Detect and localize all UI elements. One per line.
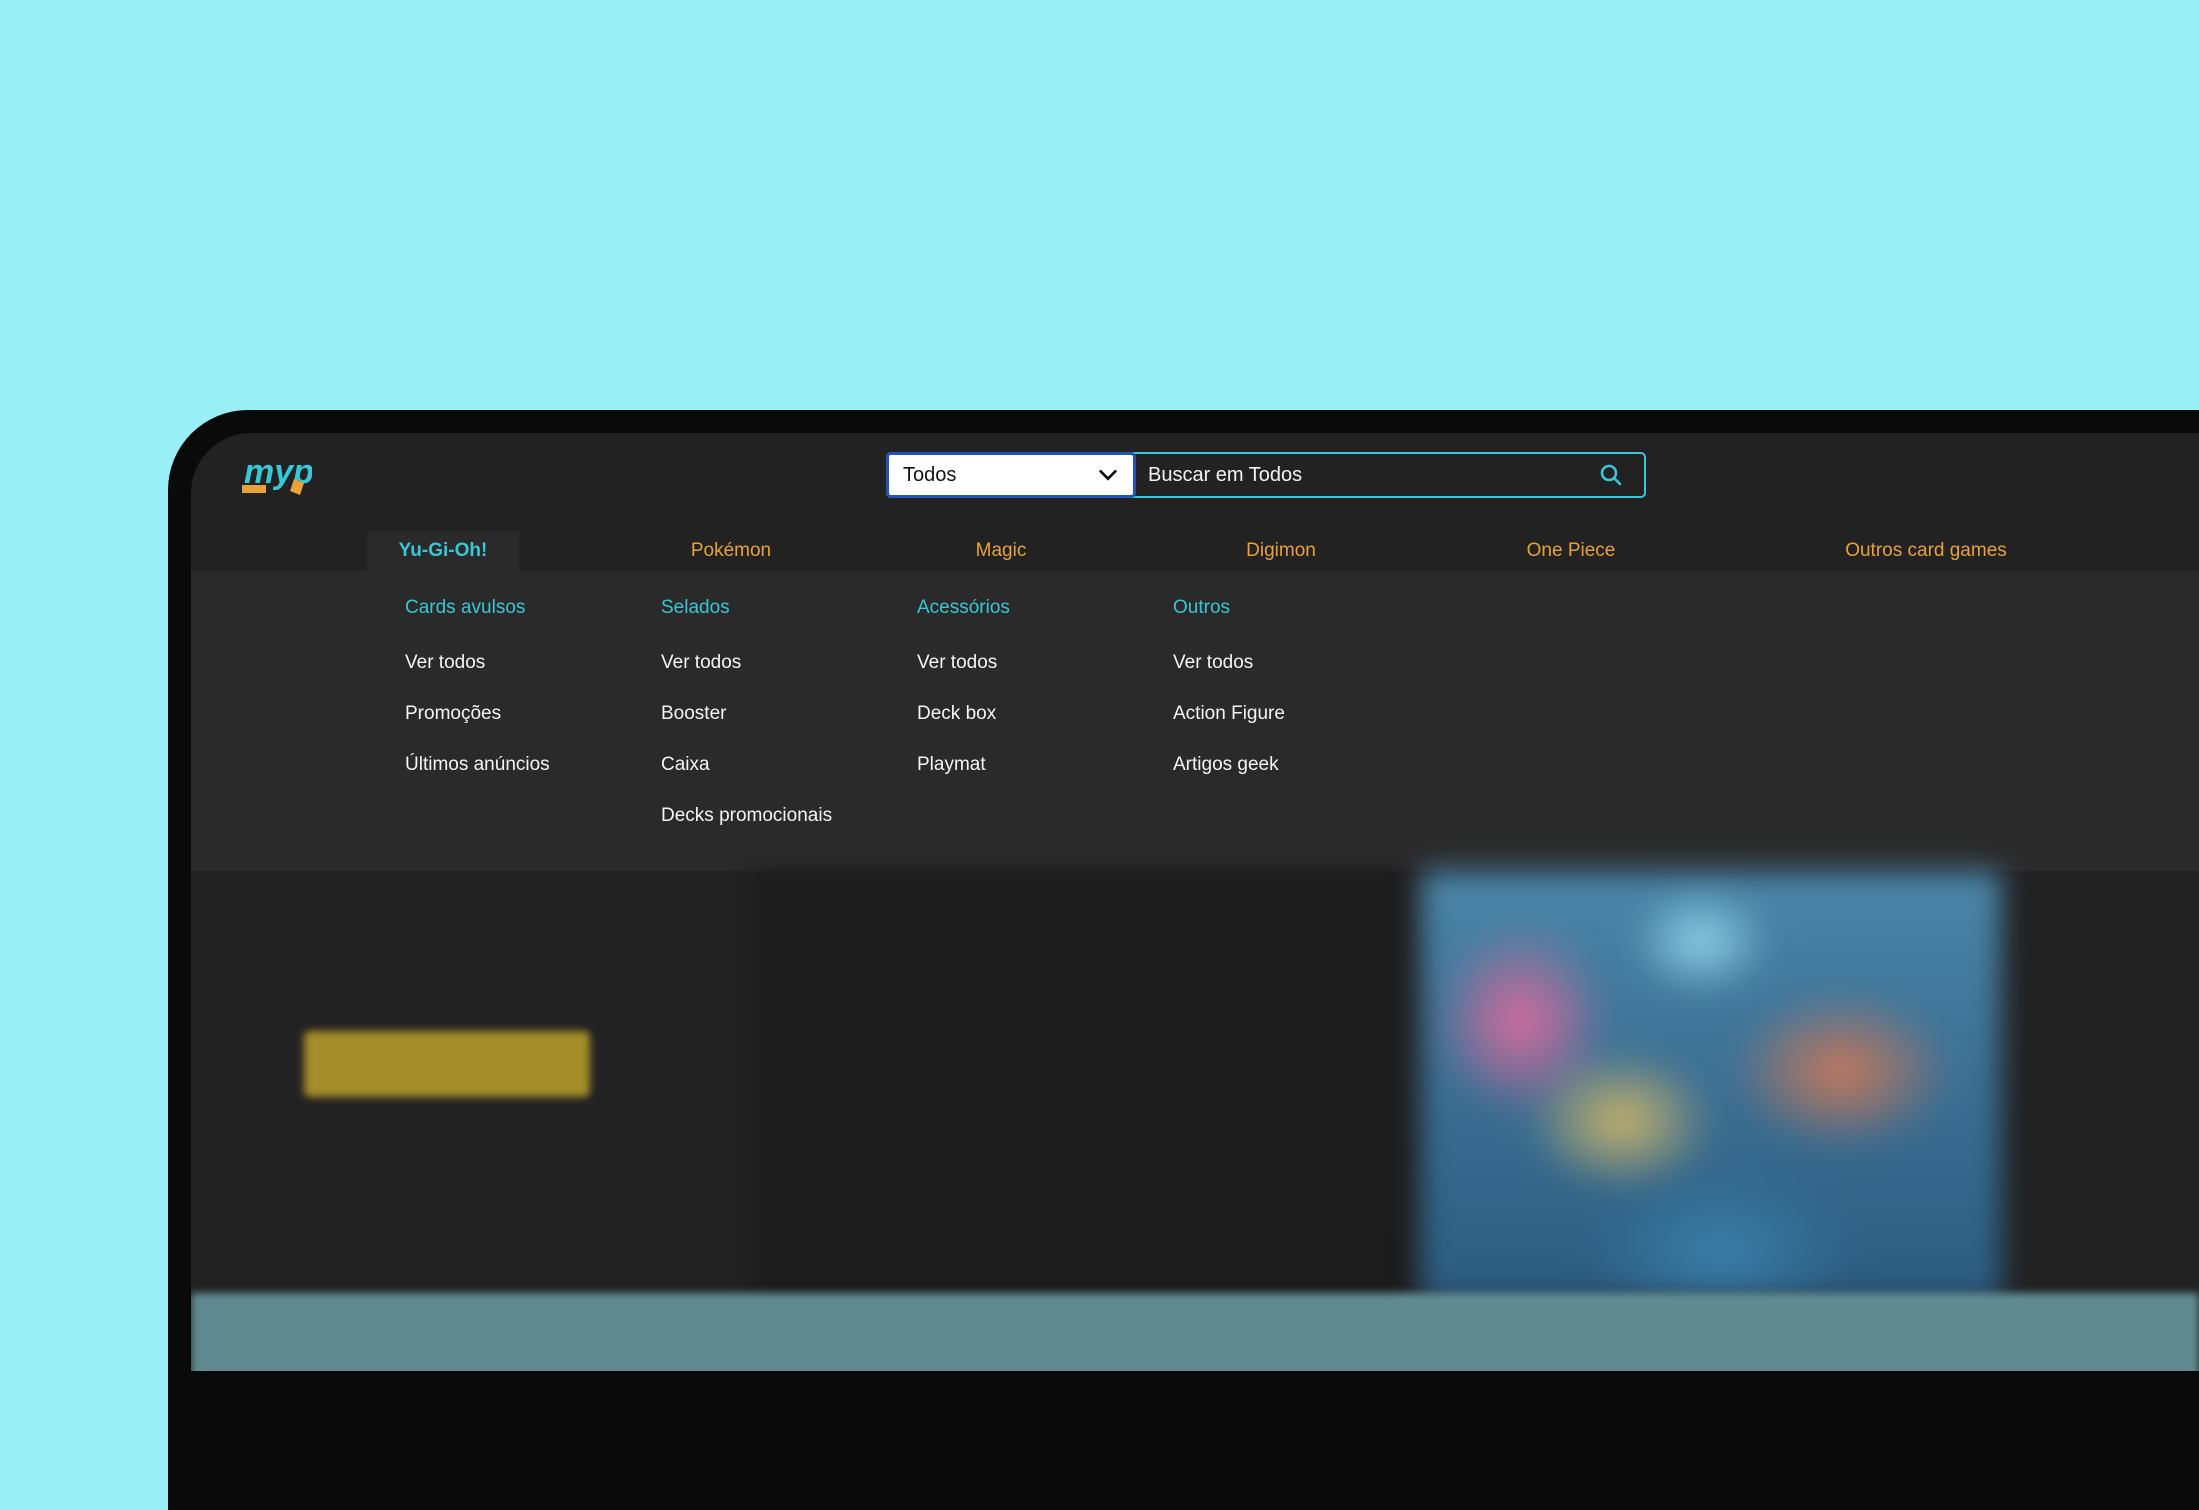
section-strip	[191, 1293, 2199, 1371]
hero-card-image	[1421, 871, 2001, 1301]
menu-link[interactable]: Deck box	[917, 703, 996, 725]
nav-item-magic[interactable]: Magic	[951, 531, 1051, 571]
hero-cta-button[interactable]	[304, 1031, 590, 1097]
menu-heading-selados[interactable]: Selados	[661, 597, 730, 619]
category-select[interactable]: Todos	[886, 452, 1136, 498]
chevron-down-icon	[1099, 469, 1117, 481]
menu-link[interactable]: Caixa	[661, 754, 710, 776]
browser-screen: myp Todos Yu-Gi-Oh! Pokémon Magic Digimo…	[191, 433, 2199, 1371]
menu-link[interactable]: Promoções	[405, 703, 501, 725]
menu-link[interactable]: Últimos anúncios	[405, 754, 550, 776]
menu-link[interactable]: Playmat	[917, 754, 986, 776]
nav-item-pokemon[interactable]: Pokémon	[661, 531, 801, 571]
hero-background	[751, 871, 1411, 1301]
menu-link[interactable]: Booster	[661, 703, 726, 725]
menu-link[interactable]: Ver todos	[661, 652, 741, 674]
nav-item-yugioh[interactable]: Yu-Gi-Oh!	[367, 531, 519, 571]
category-select-value: Todos	[903, 463, 957, 486]
menu-link[interactable]: Decks promocionais	[661, 805, 832, 827]
nav-item-outros-card-games[interactable]: Outros card games	[1811, 531, 2041, 571]
menu-heading-cards-avulsos[interactable]: Cards avulsos	[405, 597, 525, 619]
main-nav: Yu-Gi-Oh! Pokémon Magic Digimon One Piec…	[191, 531, 2199, 571]
nav-item-digimon[interactable]: Digimon	[1211, 531, 1351, 571]
menu-link[interactable]: Artigos geek	[1173, 754, 1279, 776]
menu-link[interactable]: Ver todos	[1173, 652, 1253, 674]
search-icon[interactable]	[1598, 462, 1624, 488]
menu-heading-acessorios[interactable]: Acessórios	[917, 597, 1010, 619]
hero-banner-blurred	[191, 871, 2199, 1371]
search-input[interactable]	[1138, 454, 1588, 496]
menu-link[interactable]: Ver todos	[405, 652, 485, 674]
nav-item-one-piece[interactable]: One Piece	[1491, 531, 1651, 571]
myp-logo[interactable]: myp	[242, 451, 312, 499]
mega-menu: Cards avulsos Ver todos Promoções Último…	[191, 571, 2199, 871]
menu-link[interactable]: Action Figure	[1173, 703, 1285, 725]
menu-link[interactable]: Ver todos	[917, 652, 997, 674]
menu-heading-outros[interactable]: Outros	[1173, 597, 1230, 619]
